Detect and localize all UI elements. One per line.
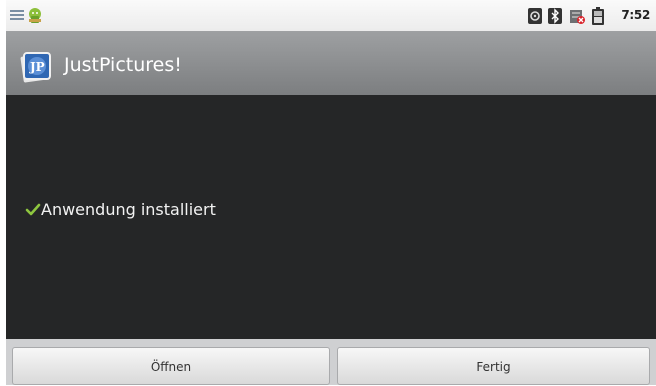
- done-button[interactable]: Fertig: [337, 347, 650, 385]
- status-bar-system: 7:52: [528, 6, 650, 26]
- app-title: JustPictures!: [64, 54, 182, 76]
- sd-card-icon: [528, 8, 542, 24]
- title-bar: JP JustPictures!: [6, 31, 656, 95]
- bluetooth-icon: [548, 8, 562, 24]
- checkmark-icon: [25, 203, 41, 216]
- button-bar: Öffnen Fertig: [6, 339, 656, 385]
- notification-list-icon: [10, 10, 24, 21]
- open-button[interactable]: Öffnen: [12, 347, 330, 385]
- status-bar: 7:52: [6, 0, 656, 31]
- install-result-panel: Anwendung installiert: [6, 95, 656, 339]
- no-sim-icon: [570, 10, 585, 24]
- status-bar-clock: 7:52: [621, 8, 650, 22]
- battery-icon: [592, 7, 604, 25]
- install-status-message: Anwendung installiert: [41, 200, 216, 219]
- justpictures-app-icon: JP: [20, 52, 51, 83]
- android-icon: [29, 8, 41, 23]
- svg-text:JP: JP: [29, 60, 45, 74]
- app-window: 7:52 JP JustPictures! Anwendung installi…: [6, 0, 656, 385]
